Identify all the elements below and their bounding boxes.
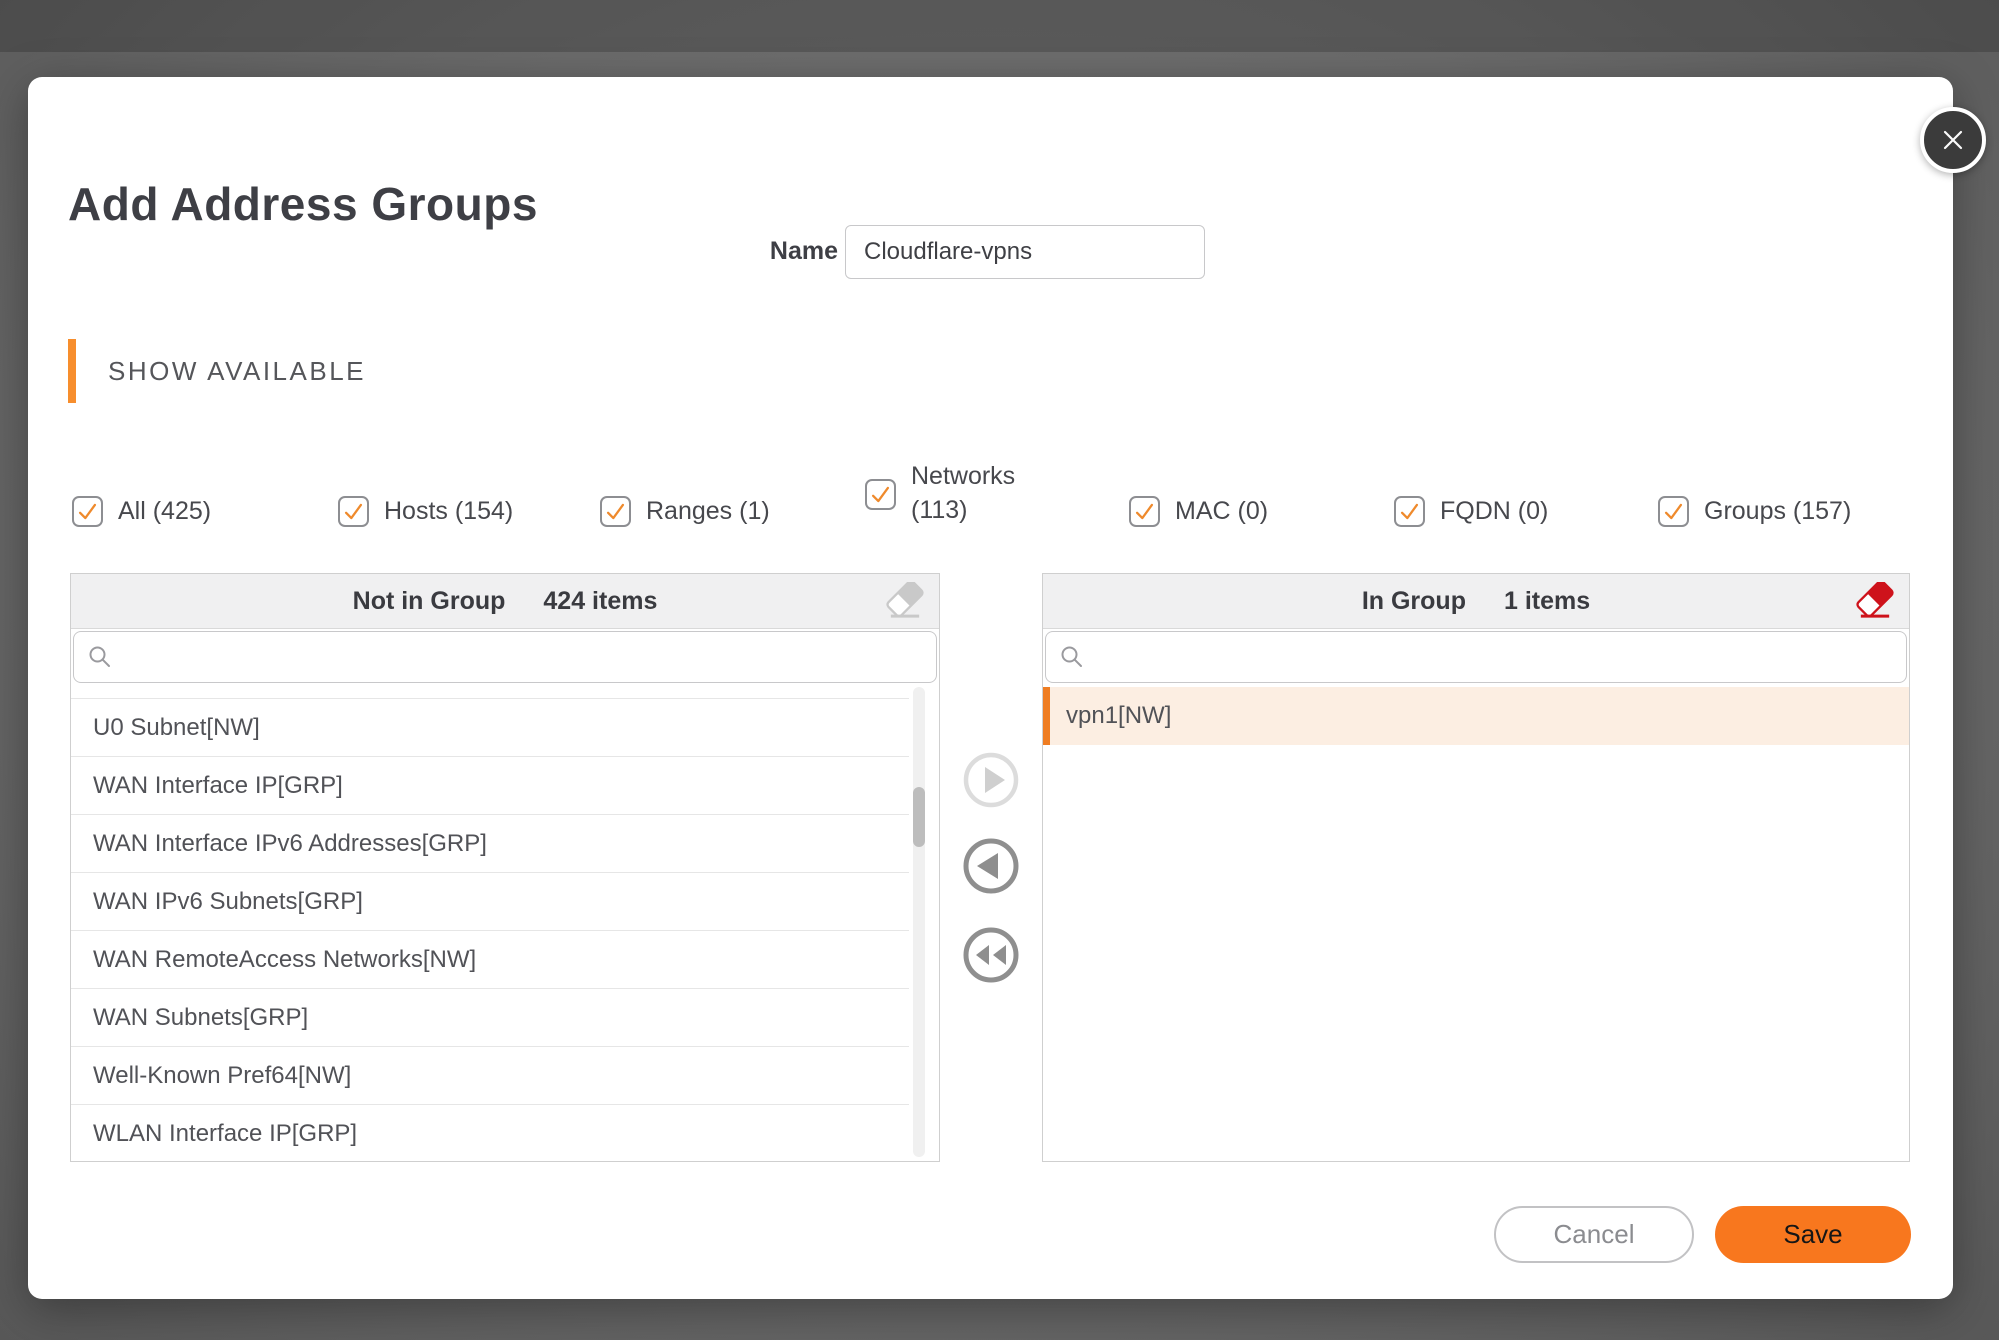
search-input[interactable]: [1045, 631, 1907, 683]
panel-item-count: 424 items: [543, 587, 657, 616]
name-field-label: Name: [628, 237, 838, 266]
checkbox-checked-icon: [1658, 496, 1689, 527]
panel-title: Not in Group: [353, 587, 506, 616]
list-item[interactable]: WAN RemoteAccess Networks[NW]: [71, 931, 909, 989]
list-item[interactable]: WAN IPv6 Subnets[GRP]: [71, 873, 909, 931]
eraser-icon-red: [1855, 582, 1895, 622]
dialog-title: Add Address Groups: [68, 181, 538, 227]
not-in-group-list: U0 Subnet[NW] WAN Interface IP[GRP] WAN …: [71, 685, 939, 1161]
checkbox-checked-icon: [600, 496, 631, 527]
list-item-selected[interactable]: vpn1[NW]: [1043, 687, 1909, 745]
filter-mac[interactable]: MAC (0): [1129, 477, 1268, 545]
filter-checkbox-row: All (425) Hosts (154) Ranges (1) Network…: [28, 477, 1953, 577]
filter-groups[interactable]: Groups (157): [1658, 477, 1851, 545]
not-in-group-panel: Not in Group 424 items U0 Subne: [70, 573, 940, 1162]
filter-label: Ranges (1): [646, 497, 770, 526]
scrollbar-track: [913, 687, 925, 1157]
move-left-button[interactable]: [962, 837, 1020, 895]
save-button[interactable]: Save: [1715, 1206, 1911, 1263]
filter-networks[interactable]: Networks (113): [865, 460, 1041, 528]
partial-row: [71, 685, 909, 699]
move-right-button[interactable]: [962, 751, 1020, 809]
page-backdrop-top: [0, 0, 1999, 52]
filter-label: Hosts (154): [384, 497, 513, 526]
filter-label: MAC (0): [1175, 497, 1268, 526]
list-item[interactable]: WAN Subnets[GRP]: [71, 989, 909, 1047]
filter-label: Groups (157): [1704, 497, 1851, 526]
clear-group-button[interactable]: [1855, 582, 1895, 622]
filter-ranges[interactable]: Ranges (1): [600, 477, 770, 545]
clear-selection-button[interactable]: [885, 582, 925, 622]
in-group-header: In Group 1 items: [1043, 574, 1909, 629]
close-button[interactable]: [1920, 107, 1986, 173]
search-icon: [1059, 644, 1085, 670]
list-item[interactable]: Well-Known Pref64[NW]: [71, 1047, 909, 1105]
not-in-group-search: [71, 629, 939, 685]
in-group-search: [1043, 629, 1909, 685]
search-input[interactable]: [73, 631, 937, 683]
search-icon: [87, 644, 113, 670]
double-arrow-left-icon: [962, 926, 1020, 984]
add-address-groups-dialog: Add Address Groups Name SHOW AVAILABLE A…: [28, 77, 1953, 1299]
filter-label: All (425): [118, 497, 211, 526]
close-icon: [1938, 125, 1968, 155]
arrow-right-icon: [962, 751, 1020, 809]
list-item[interactable]: WAN Interface IP[GRP]: [71, 757, 909, 815]
list-item[interactable]: WLAN Interface IP[GRP]: [71, 1105, 909, 1161]
checkbox-checked-icon: [1394, 496, 1425, 527]
in-group-list: vpn1[NW]: [1043, 685, 1909, 1161]
checkbox-checked-icon: [1129, 496, 1160, 527]
filter-label: Networks (113): [911, 460, 1041, 528]
in-group-panel: In Group 1 items vpn1[NW]: [1042, 573, 1910, 1162]
checkbox-checked-icon: [72, 496, 103, 527]
eraser-icon: [885, 582, 925, 622]
cancel-button[interactable]: Cancel: [1494, 1206, 1694, 1263]
filter-hosts[interactable]: Hosts (154): [338, 477, 513, 545]
list-item[interactable]: U0 Subnet[NW]: [71, 699, 909, 757]
move-all-left-button[interactable]: [962, 926, 1020, 984]
section-title: SHOW AVAILABLE: [108, 339, 366, 403]
filter-all[interactable]: All (425): [72, 477, 211, 545]
arrow-left-icon: [962, 837, 1020, 895]
filter-fqdn[interactable]: FQDN (0): [1394, 477, 1548, 545]
not-in-group-header: Not in Group 424 items: [71, 574, 939, 629]
scrollbar-thumb[interactable]: [913, 787, 925, 847]
list-item[interactable]: WAN Interface IPv6 Addresses[GRP]: [71, 815, 909, 873]
filter-label: FQDN (0): [1440, 497, 1548, 526]
section-accent-bar: [68, 339, 76, 403]
name-input[interactable]: [845, 225, 1205, 279]
checkbox-checked-icon: [338, 496, 369, 527]
panel-title: In Group: [1362, 587, 1466, 616]
panel-item-count: 1 items: [1504, 587, 1590, 616]
checkbox-checked-icon: [865, 479, 896, 510]
